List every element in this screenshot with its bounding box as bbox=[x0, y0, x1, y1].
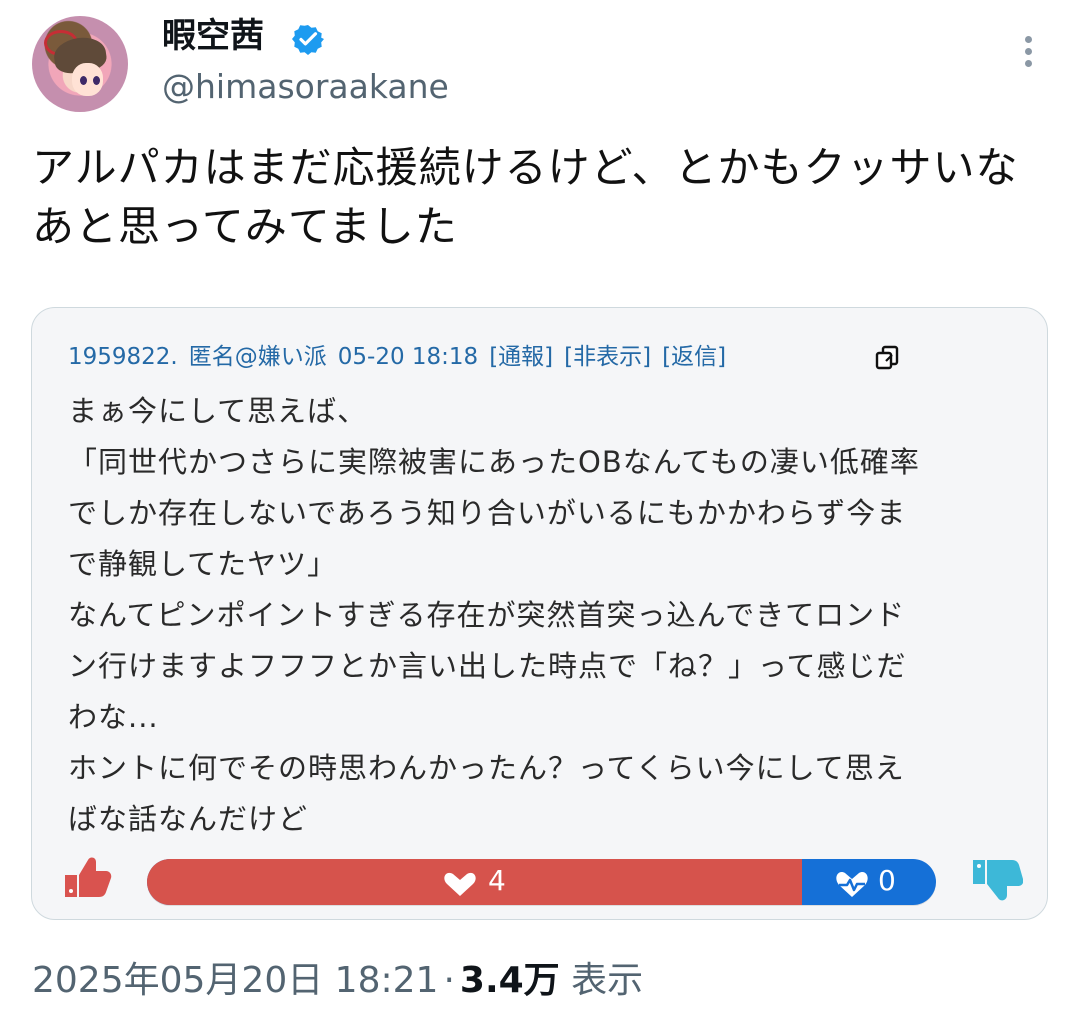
quote-line: で静観してたヤツ」 bbox=[68, 547, 338, 581]
heartbeat-icon bbox=[836, 872, 868, 897]
thumbs-up-icon[interactable] bbox=[62, 853, 112, 901]
report-link[interactable]: [通報] bbox=[489, 344, 553, 370]
profile-handle[interactable]: @himasoraakane bbox=[162, 66, 449, 108]
post-author: 匿名@嫌い派 bbox=[188, 344, 327, 370]
quote-line: ばな話なんだけど bbox=[68, 802, 309, 836]
display-name[interactable]: 暇空茜 bbox=[162, 14, 264, 58]
dislike-count: 0 bbox=[878, 864, 896, 897]
reply-link[interactable]: [返信] bbox=[662, 344, 726, 370]
views-label: 表示 bbox=[571, 960, 644, 1001]
thumbs-down-icon[interactable] bbox=[970, 853, 1023, 905]
avatar-eye bbox=[93, 76, 100, 85]
post-number: 1959822. bbox=[68, 344, 178, 370]
like-count: 4 bbox=[488, 864, 506, 897]
post-timestamp: 05-20 18:18 bbox=[337, 344, 479, 370]
quote-line: ホントに何でその時思わんかったん？ってくらい今にして思え bbox=[68, 751, 905, 785]
avatar-eye bbox=[80, 76, 87, 85]
post-timestamp[interactable]: 2025年05月20日 18:21 bbox=[32, 960, 438, 1001]
verified-icon bbox=[292, 25, 324, 55]
copy-icon[interactable] bbox=[872, 342, 903, 373]
tweet-footer: 2025年05月20日 18:21 · 3.4万 表示 bbox=[32, 955, 1042, 1007]
tweet-text: アルパカはまだ応援続けるけど、とかもクッサいなあと思ってみてました bbox=[32, 143, 1019, 251]
heart-icon bbox=[444, 872, 476, 896]
quote-line: まぁ今にして思えば、 bbox=[68, 394, 368, 428]
view-count: 3.4万 bbox=[459, 960, 560, 1001]
quoted-post-body: まぁ今にして思えば、 「同世代かつさらに実際被害にあったOBなんてもの凄い低確率… bbox=[68, 386, 1013, 845]
vote-ratio-bar: 4 0 bbox=[147, 859, 936, 905]
quote-line: なんてピンポイントすぎる存在が突然首突っ込んできてロンド bbox=[68, 598, 906, 632]
post-meta: 1959822. 匿名@嫌い派 05-20 18:18 [通報] [非表示] [返信] bbox=[68, 342, 948, 376]
hide-link[interactable]: [非表示] bbox=[564, 344, 651, 370]
quote-line: 「同世代かつさらに実際被害にあったOBなんてもの凄い低確率 bbox=[68, 445, 920, 479]
quote-line: でしか存在しないであろう知り合いがいるにもかかわらず今ま bbox=[68, 496, 907, 530]
separator-dot: · bbox=[443, 960, 455, 1001]
quoted-image-card[interactable]: 1959822. 匿名@嫌い派 05-20 18:18 [通報] [非表示] [返信] ま… bbox=[31, 307, 1048, 920]
quote-line: ン行けますよフフフとか言い出した時点で「ね？」って感じだ bbox=[68, 649, 907, 683]
profile-avatar[interactable] bbox=[32, 16, 128, 112]
quote-line: わな... bbox=[68, 700, 159, 734]
more-icon[interactable] bbox=[1016, 36, 1040, 76]
